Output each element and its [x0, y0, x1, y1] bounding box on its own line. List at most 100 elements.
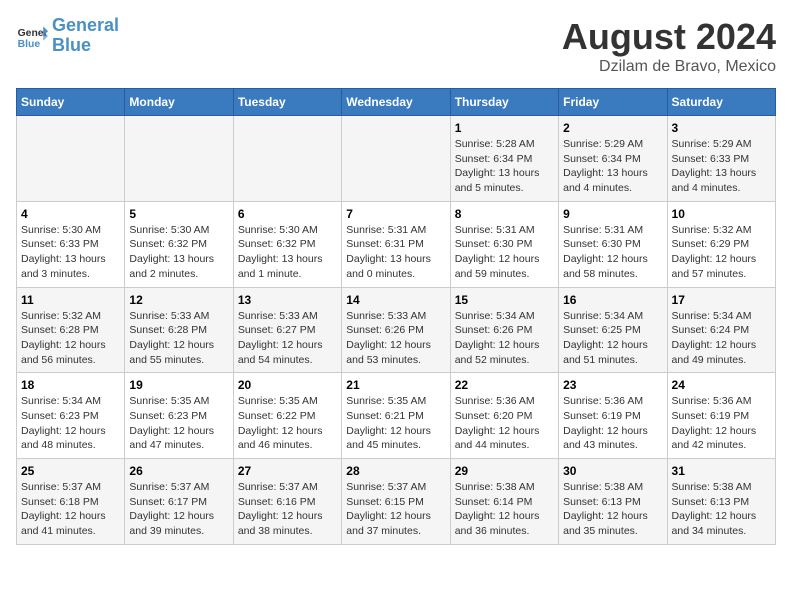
- day-info: Sunrise: 5:37 AM Sunset: 6:17 PM Dayligh…: [129, 480, 228, 539]
- table-row: 9Sunrise: 5:31 AM Sunset: 6:30 PM Daylig…: [559, 201, 667, 287]
- table-row: 25 Sunrise: 5:37 AM Sunset: 6:18 PM Dayli…: [17, 459, 125, 545]
- table-row: 8Sunrise: 5:31 AM Sunset: 6:30 PM Daylig…: [450, 201, 558, 287]
- day-info: Sunrise: 5:38 AM Sunset: 6:13 PM Dayligh…: [672, 480, 771, 539]
- table-row: 19 Sunrise: 5:35 AM Sunset: 6:23 PM Dayli…: [125, 373, 233, 459]
- table-row: 31 Sunrise: 5:38 AM Sunset: 6:13 PM Dayli…: [667, 459, 775, 545]
- location-subtitle: Dzilam de Bravo, Mexico: [562, 58, 776, 76]
- day-number: 24: [672, 378, 771, 392]
- day-number: 11: [21, 293, 120, 307]
- day-number: 30: [563, 464, 662, 478]
- table-row: 30 Sunrise: 5:38 AM Sunset: 6:13 PM Dayli…: [559, 459, 667, 545]
- table-row: 2Sunrise: 5:29 AM Sunset: 6:34 PM Daylig…: [559, 116, 667, 202]
- day-info: Sunrise: 5:33 AM Sunset: 6:28 PM Dayligh…: [129, 309, 228, 368]
- day-info: Sunrise: 5:28 AM Sunset: 6:34 PM Dayligh…: [455, 137, 554, 196]
- day-number: 9: [563, 207, 662, 221]
- day-info: Sunrise: 5:32 AM Sunset: 6:29 PM Dayligh…: [672, 223, 771, 282]
- day-info: Sunrise: 5:38 AM Sunset: 6:13 PM Dayligh…: [563, 480, 662, 539]
- day-number: 25: [21, 464, 120, 478]
- calendar-table: Sunday Monday Tuesday Wednesday Thursday…: [16, 88, 776, 545]
- table-row: 5Sunrise: 5:30 AM Sunset: 6:32 PM Daylig…: [125, 201, 233, 287]
- header-tuesday: Tuesday: [233, 89, 341, 116]
- table-row: 3 Sunrise: 5:29 AM Sunset: 6:33 PM Daylig…: [667, 116, 775, 202]
- day-info: Sunrise: 5:34 AM Sunset: 6:25 PM Dayligh…: [563, 309, 662, 368]
- logo-icon: General Blue: [16, 20, 48, 52]
- table-row: 12Sunrise: 5:33 AM Sunset: 6:28 PM Dayli…: [125, 287, 233, 373]
- day-number: 23: [563, 378, 662, 392]
- day-info: Sunrise: 5:29 AM Sunset: 6:33 PM Dayligh…: [672, 137, 771, 196]
- table-row: 13 Sunrise: 5:33 AM Sunset: 6:27 PM Dayli…: [233, 287, 341, 373]
- calendar-week-row: 4 Sunrise: 5:30 AM Sunset: 6:33 PM Daylig…: [17, 201, 776, 287]
- table-row: 10 Sunrise: 5:32 AM Sunset: 6:29 PM Dayli…: [667, 201, 775, 287]
- logo-text: General Blue: [52, 16, 119, 56]
- day-info: Sunrise: 5:36 AM Sunset: 6:19 PM Dayligh…: [563, 394, 662, 453]
- day-number: 10: [672, 207, 771, 221]
- day-info: Sunrise: 5:34 AM Sunset: 6:23 PM Dayligh…: [21, 394, 120, 453]
- title-block: August 2024 Dzilam de Bravo, Mexico: [562, 16, 776, 76]
- header-friday: Friday: [559, 89, 667, 116]
- day-number: 29: [455, 464, 554, 478]
- day-number: 1: [455, 121, 554, 135]
- table-row: 7Sunrise: 5:31 AM Sunset: 6:31 PM Daylig…: [342, 201, 450, 287]
- month-year-title: August 2024: [562, 16, 776, 58]
- calendar-week-row: 1 Sunrise: 5:28 AM Sunset: 6:34 PM Daylig…: [17, 116, 776, 202]
- day-info: Sunrise: 5:35 AM Sunset: 6:23 PM Dayligh…: [129, 394, 228, 453]
- day-number: 16: [563, 293, 662, 307]
- day-number: 28: [346, 464, 445, 478]
- day-number: 20: [238, 378, 337, 392]
- header-thursday: Thursday: [450, 89, 558, 116]
- table-row: [342, 116, 450, 202]
- day-info: Sunrise: 5:30 AM Sunset: 6:33 PM Dayligh…: [21, 223, 120, 282]
- day-number: 26: [129, 464, 228, 478]
- table-row: 14Sunrise: 5:33 AM Sunset: 6:26 PM Dayli…: [342, 287, 450, 373]
- table-row: [125, 116, 233, 202]
- day-number: 13: [238, 293, 337, 307]
- table-row: 4 Sunrise: 5:30 AM Sunset: 6:33 PM Daylig…: [17, 201, 125, 287]
- day-number: 2: [563, 121, 662, 135]
- table-row: 1 Sunrise: 5:28 AM Sunset: 6:34 PM Daylig…: [450, 116, 558, 202]
- calendar-week-row: 18 Sunrise: 5:34 AM Sunset: 6:23 PM Dayli…: [17, 373, 776, 459]
- day-number: 7: [346, 207, 445, 221]
- day-number: 4: [21, 207, 120, 221]
- day-info: Sunrise: 5:37 AM Sunset: 6:18 PM Dayligh…: [21, 480, 120, 539]
- day-number: 14: [346, 293, 445, 307]
- day-number: 31: [672, 464, 771, 478]
- page-header: General Blue General Blue August 2024 Dz…: [16, 16, 776, 76]
- header-monday: Monday: [125, 89, 233, 116]
- table-row: 15 Sunrise: 5:34 AM Sunset: 6:26 PM Dayli…: [450, 287, 558, 373]
- day-number: 17: [672, 293, 771, 307]
- day-number: 19: [129, 378, 228, 392]
- day-number: 21: [346, 378, 445, 392]
- day-info: Sunrise: 5:37 AM Sunset: 6:15 PM Dayligh…: [346, 480, 445, 539]
- calendar-week-row: 25 Sunrise: 5:37 AM Sunset: 6:18 PM Dayli…: [17, 459, 776, 545]
- header-saturday: Saturday: [667, 89, 775, 116]
- calendar-week-row: 11 Sunrise: 5:32 AM Sunset: 6:28 PM Dayli…: [17, 287, 776, 373]
- table-row: 27Sunrise: 5:37 AM Sunset: 6:16 PM Dayli…: [233, 459, 341, 545]
- table-row: [233, 116, 341, 202]
- logo: General Blue General Blue: [16, 16, 119, 56]
- day-number: 3: [672, 121, 771, 135]
- day-info: Sunrise: 5:34 AM Sunset: 6:26 PM Dayligh…: [455, 309, 554, 368]
- day-info: Sunrise: 5:35 AM Sunset: 6:21 PM Dayligh…: [346, 394, 445, 453]
- day-number: 15: [455, 293, 554, 307]
- table-row: 11 Sunrise: 5:32 AM Sunset: 6:28 PM Dayli…: [17, 287, 125, 373]
- day-number: 18: [21, 378, 120, 392]
- table-row: 23 Sunrise: 5:36 AM Sunset: 6:19 PM Dayli…: [559, 373, 667, 459]
- day-info: Sunrise: 5:32 AM Sunset: 6:28 PM Dayligh…: [21, 309, 120, 368]
- day-info: Sunrise: 5:36 AM Sunset: 6:19 PM Dayligh…: [672, 394, 771, 453]
- day-info: Sunrise: 5:37 AM Sunset: 6:16 PM Dayligh…: [238, 480, 337, 539]
- table-row: 18 Sunrise: 5:34 AM Sunset: 6:23 PM Dayli…: [17, 373, 125, 459]
- day-info: Sunrise: 5:33 AM Sunset: 6:27 PM Dayligh…: [238, 309, 337, 368]
- table-row: 6Sunrise: 5:30 AM Sunset: 6:32 PM Daylig…: [233, 201, 341, 287]
- table-row: 16 Sunrise: 5:34 AM Sunset: 6:25 PM Dayli…: [559, 287, 667, 373]
- day-info: Sunrise: 5:34 AM Sunset: 6:24 PM Dayligh…: [672, 309, 771, 368]
- header-sunday: Sunday: [17, 89, 125, 116]
- header-wednesday: Wednesday: [342, 89, 450, 116]
- svg-text:Blue: Blue: [18, 39, 41, 50]
- day-number: 8: [455, 207, 554, 221]
- table-row: 20Sunrise: 5:35 AM Sunset: 6:22 PM Dayli…: [233, 373, 341, 459]
- table-row: 17 Sunrise: 5:34 AM Sunset: 6:24 PM Dayli…: [667, 287, 775, 373]
- weekday-header-row: Sunday Monday Tuesday Wednesday Thursday…: [17, 89, 776, 116]
- table-row: 24 Sunrise: 5:36 AM Sunset: 6:19 PM Dayli…: [667, 373, 775, 459]
- table-row: 29 Sunrise: 5:38 AM Sunset: 6:14 PM Dayli…: [450, 459, 558, 545]
- day-info: Sunrise: 5:38 AM Sunset: 6:14 PM Dayligh…: [455, 480, 554, 539]
